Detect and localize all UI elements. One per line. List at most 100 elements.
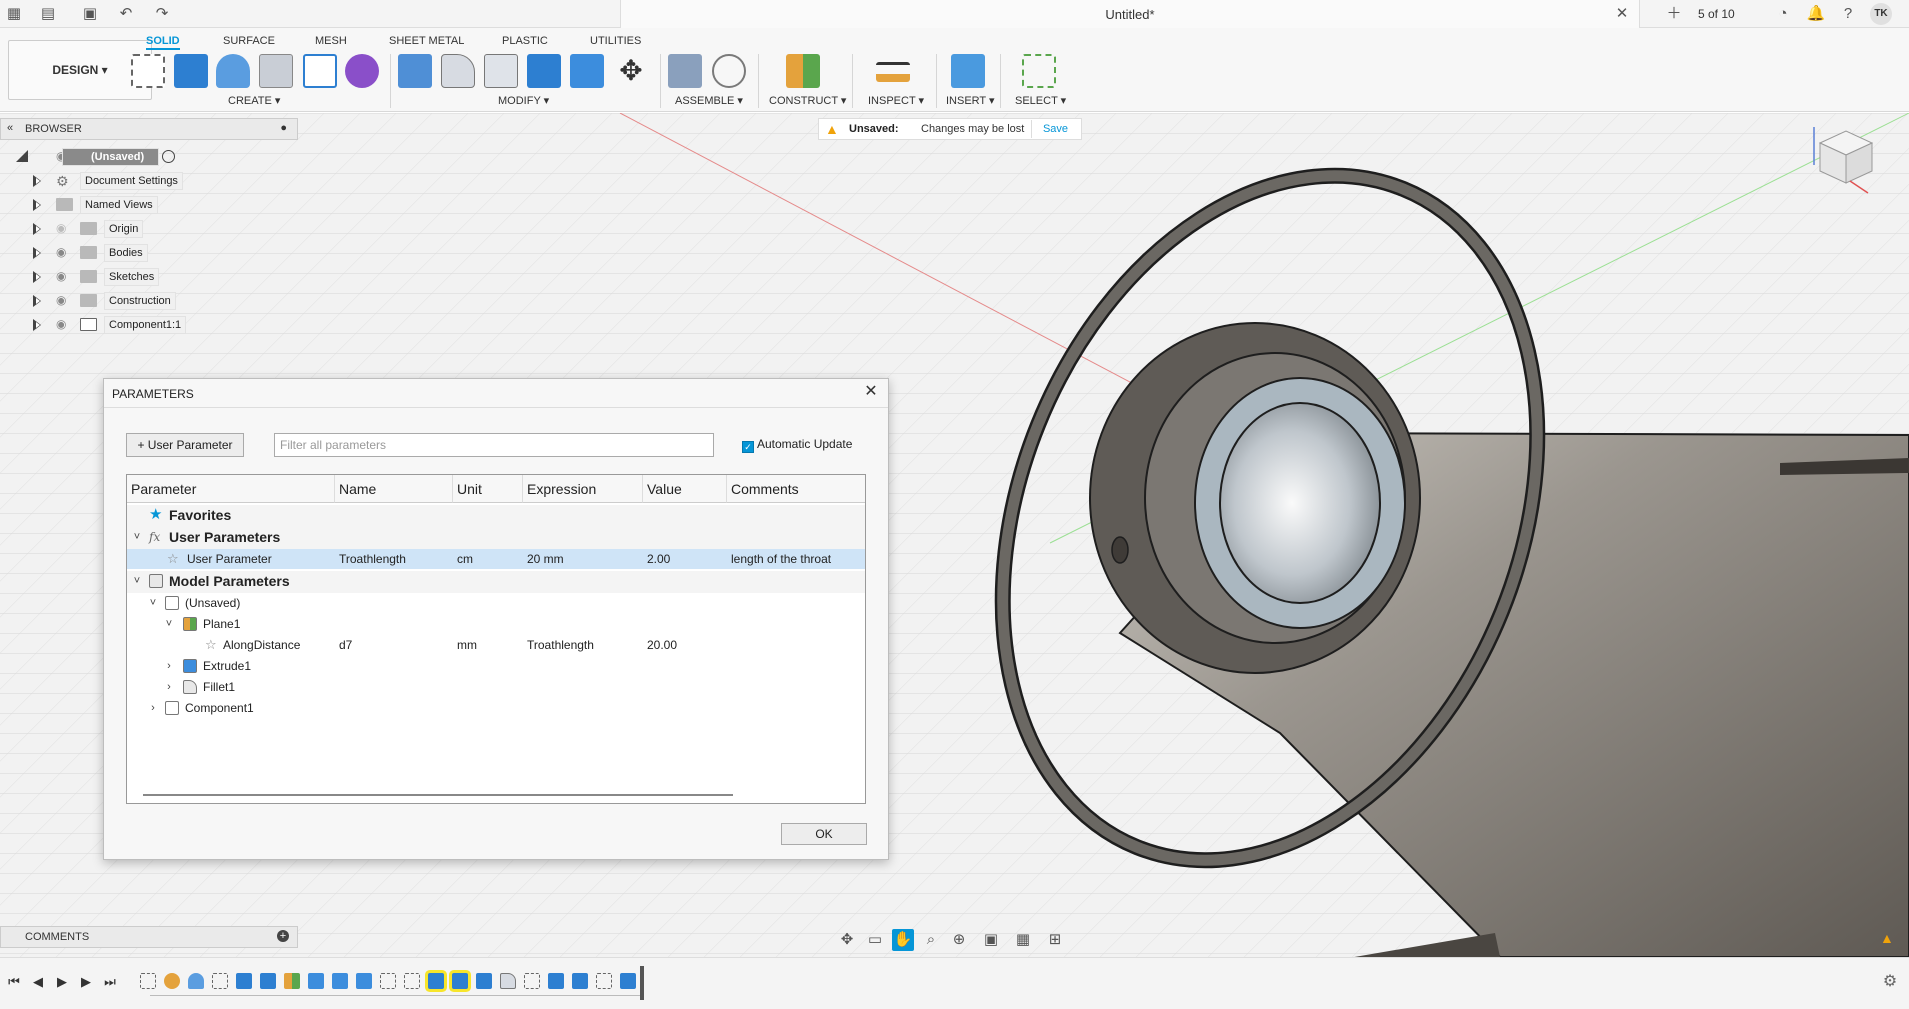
play-icon[interactable]: ▶ (52, 972, 72, 992)
gear-icon[interactable]: ⚙ (1880, 972, 1900, 992)
name-cell[interactable]: d7 (339, 635, 352, 655)
hole-icon[interactable] (259, 54, 293, 88)
browser-item[interactable]: ◉ Component1:1 (0, 314, 300, 336)
name-cell[interactable]: Troathlength (339, 549, 406, 569)
combine-icon[interactable] (527, 54, 561, 88)
table-row[interactable]: ˅ Plane1 (127, 614, 865, 634)
tab-utilities[interactable]: UTILITIES (590, 32, 641, 50)
timeline-sketch-icon[interactable] (596, 973, 612, 989)
browser-header[interactable]: « BROWSER ● (0, 118, 298, 140)
group-row-model-parameters[interactable]: ˅ Model Parameters (127, 571, 865, 593)
timeline-extrude-icon[interactable] (620, 973, 636, 989)
column-header[interactable]: Parameter (127, 475, 335, 503)
comment-cell[interactable]: length of the throat (731, 549, 831, 569)
chevron-down-icon[interactable]: ˅ (147, 593, 159, 613)
visibility-eye-icon[interactable]: ◉ (56, 270, 72, 282)
browser-item[interactable]: ◉ Origin (0, 218, 300, 240)
chevron-down-icon[interactable]: ˅ (131, 527, 143, 547)
viewports-icon[interactable]: ⊞ (1044, 929, 1066, 951)
move-icon[interactable]: ✥ (614, 54, 648, 88)
close-icon[interactable]: ✕ (862, 383, 880, 401)
browser-item[interactable]: Named Views (0, 194, 300, 216)
chevron-right-icon[interactable]: › (163, 677, 175, 697)
pan-icon[interactable]: ✋ (892, 929, 914, 951)
column-header[interactable]: Comments (727, 475, 865, 503)
help-icon[interactable]: ? (1838, 4, 1858, 24)
create-menu[interactable]: CREATE ▾ (228, 94, 280, 108)
column-header[interactable]: Name (335, 475, 453, 503)
save-icon[interactable]: ▣ (80, 4, 100, 24)
timeline-sketch-icon[interactable] (140, 973, 156, 989)
joint-icon[interactable] (712, 54, 746, 88)
timeline-sketch-icon[interactable] (380, 973, 396, 989)
browser-item[interactable]: ⚙ Document Settings (0, 170, 300, 192)
timeline-extrude-icon[interactable] (236, 973, 252, 989)
user-avatar[interactable]: TK (1870, 3, 1892, 25)
measure-icon[interactable] (876, 62, 910, 82)
column-header[interactable]: Unit (453, 475, 523, 503)
timeline-highlighted-extrude-icon[interactable] (452, 973, 468, 989)
insert-menu[interactable]: INSERT ▾ (946, 94, 995, 108)
visibility-eye-icon[interactable]: ◉ (56, 318, 72, 330)
tab-mesh[interactable]: MESH (315, 32, 347, 50)
tab-surface[interactable]: SURFACE (223, 32, 275, 50)
timeline-marker[interactable] (640, 966, 644, 1000)
timeline-offset-icon[interactable] (332, 973, 348, 989)
column-header[interactable]: Expression (523, 475, 643, 503)
activate-radio-icon[interactable] (162, 150, 175, 163)
inspect-menu[interactable]: INSPECT ▾ (868, 94, 924, 108)
visibility-eye-icon[interactable]: ◉ (56, 246, 72, 258)
star-outline-icon[interactable]: ☆ (205, 635, 217, 655)
insert-image-icon[interactable] (951, 54, 985, 88)
column-header[interactable]: Value (643, 475, 727, 503)
fit-icon[interactable]: ⊕ (948, 929, 970, 951)
create-sketch-icon[interactable] (131, 54, 165, 88)
browser-item[interactable]: ◉ Bodies (0, 242, 300, 264)
timeline-extrude-icon[interactable] (260, 973, 276, 989)
select-window-icon[interactable] (1022, 54, 1056, 88)
unit-cell[interactable]: cm (457, 549, 473, 569)
add-user-parameter-button[interactable]: + User Parameter (126, 433, 244, 457)
tab-plastic[interactable]: PLASTIC (502, 32, 548, 50)
grid-settings-icon[interactable]: ▦ (1012, 929, 1034, 951)
comments-panel[interactable]: COMMENTS + (0, 926, 298, 948)
press-pull-icon[interactable] (398, 54, 432, 88)
timeline-offset-icon[interactable] (356, 973, 372, 989)
go-to-start-icon[interactable]: ⏮ (4, 972, 24, 992)
view-cube[interactable] (1800, 121, 1890, 201)
expression-cell[interactable]: 20 mm (527, 549, 564, 569)
close-tab-icon[interactable]: ✕ (1613, 5, 1631, 23)
group-row-user-parameters[interactable]: ˅ fx User Parameters (127, 527, 865, 549)
timeline-fillet-icon[interactable] (500, 973, 516, 989)
warning-icon[interactable]: ▲ (1880, 930, 1894, 946)
table-row[interactable]: › Component1 (127, 698, 865, 718)
timeline-plane-icon[interactable] (284, 973, 300, 989)
modify-menu[interactable]: MODIFY ▾ (498, 94, 549, 108)
orbit-icon[interactable]: ✥ (836, 929, 858, 951)
step-forward-icon[interactable]: ▶ (76, 972, 96, 992)
timeline-sketch-icon[interactable] (524, 973, 540, 989)
timeline-offset-icon[interactable] (308, 973, 324, 989)
table-row[interactable]: ☆ AlongDistance d7 mm Troathlength 20.00 (127, 635, 865, 655)
shell-icon[interactable] (484, 54, 518, 88)
revolve-icon[interactable] (216, 54, 250, 88)
new-component-icon[interactable] (668, 54, 702, 88)
app-grid-icon[interactable]: ▦ (4, 4, 24, 24)
filter-input[interactable] (274, 433, 714, 457)
visibility-eye-icon[interactable]: ◉ (56, 294, 72, 306)
tab-solid[interactable]: SOLID (146, 32, 180, 50)
browser-item[interactable]: ◉ Construction (0, 290, 300, 312)
table-row[interactable]: › Fillet1 (127, 677, 865, 697)
chevron-down-icon[interactable]: ˅ (131, 571, 143, 591)
timeline-sketch-icon[interactable] (212, 973, 228, 989)
display-settings-icon[interactable]: ▣ (980, 929, 1002, 951)
document-tab[interactable]: Untitled* ✕ (620, 0, 1640, 28)
pin-icon[interactable]: ● (280, 122, 287, 134)
assemble-menu[interactable]: ASSEMBLE ▾ (675, 94, 743, 108)
zoom-icon[interactable]: ⌕ (920, 929, 942, 951)
hidden-eye-icon[interactable]: ◉ (56, 222, 72, 234)
construct-plane-icon[interactable] (786, 54, 820, 88)
expand-triangle-icon[interactable] (16, 150, 28, 162)
star-outline-icon[interactable]: ☆ (167, 549, 179, 569)
timeline-extrude-icon[interactable] (476, 973, 492, 989)
